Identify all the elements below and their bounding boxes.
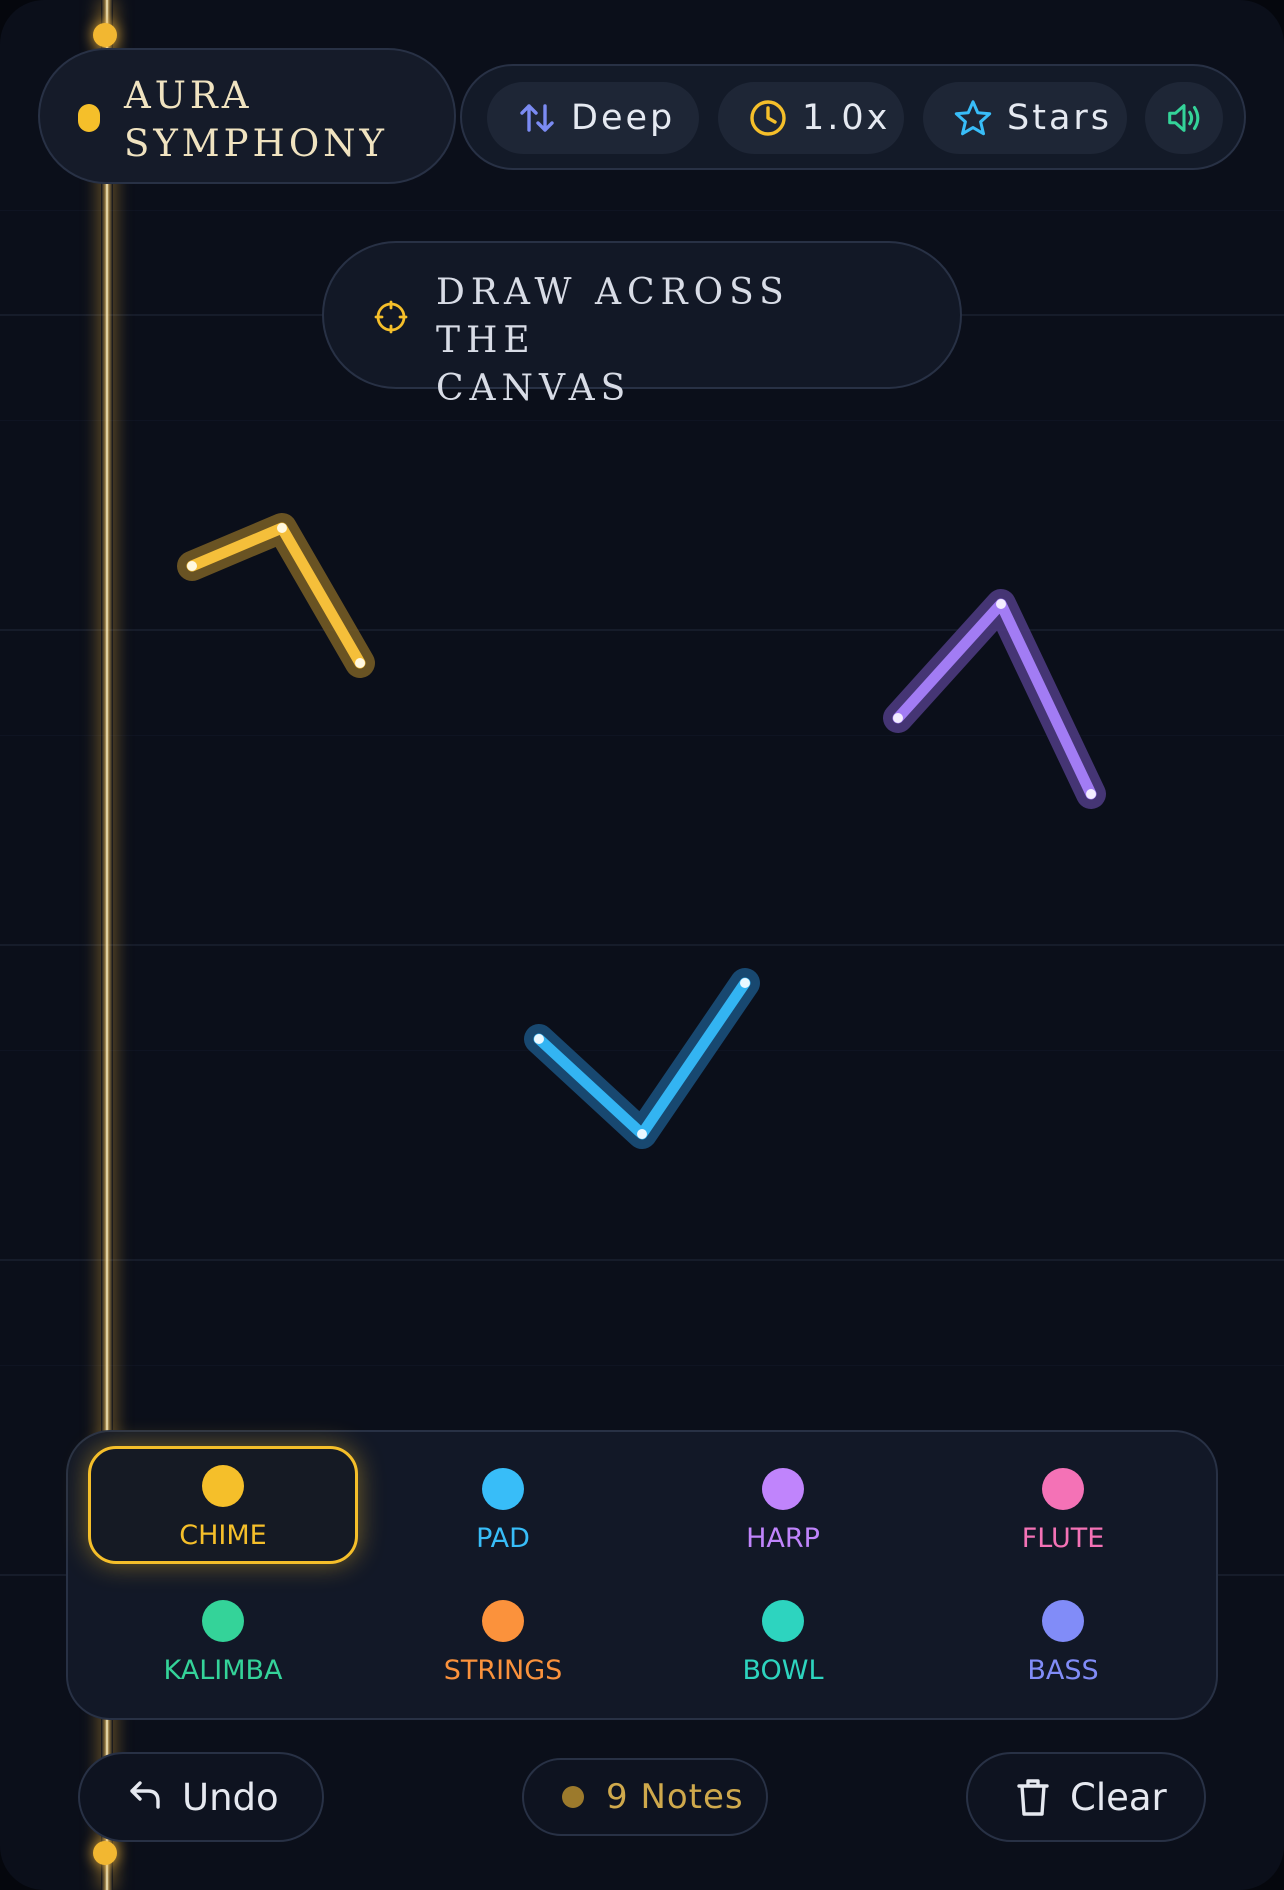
app-frame: AURA SYMPHONY Deep 1.0x Stars DRAW ACROS… bbox=[0, 0, 1284, 1890]
notes-counter: 9 Notes bbox=[522, 1758, 768, 1836]
instrument-dot bbox=[202, 1465, 244, 1507]
sort-arrows-icon bbox=[517, 98, 557, 138]
instrument-dot bbox=[762, 1468, 804, 1510]
instrument-label: CHIME bbox=[179, 1520, 267, 1551]
instrument-dot bbox=[1042, 1600, 1084, 1642]
app-title: AURA SYMPHONY bbox=[124, 72, 444, 168]
theme-label: Stars bbox=[1007, 98, 1113, 138]
instrument-dot bbox=[1042, 1468, 1084, 1510]
instrument-label: STRINGS bbox=[443, 1655, 563, 1686]
star-icon bbox=[953, 98, 993, 138]
toolbar: Deep 1.0x Stars bbox=[460, 64, 1246, 170]
hint-line2: CANVAS bbox=[436, 368, 632, 409]
trash-icon bbox=[1014, 1776, 1052, 1818]
instrument-label: FLUTE bbox=[1021, 1523, 1105, 1554]
app-title-line2: SYMPHONY bbox=[124, 122, 388, 165]
instrument-label: KALIMBA bbox=[163, 1655, 283, 1686]
instrument-harp[interactable]: HARP bbox=[648, 1452, 918, 1570]
notes-dot bbox=[562, 1786, 584, 1808]
sound-toggle-button[interactable] bbox=[1145, 82, 1223, 154]
instrument-bowl[interactable]: BOWL bbox=[648, 1584, 918, 1702]
crosshair-icon bbox=[374, 300, 408, 338]
stroke-pad bbox=[524, 968, 760, 1149]
hint-text: DRAW ACROSS THE CANVAS bbox=[436, 269, 906, 413]
instrument-chime[interactable]: CHIME bbox=[88, 1446, 358, 1564]
notes-count-label: 9 Notes bbox=[606, 1777, 744, 1817]
undo-label: Undo bbox=[182, 1775, 279, 1819]
speed-button[interactable]: 1.0x bbox=[718, 82, 904, 154]
instrument-flute[interactable]: FLUTE bbox=[928, 1452, 1198, 1570]
instrument-label: HARP bbox=[746, 1523, 820, 1554]
speed-label: 1.0x bbox=[802, 98, 891, 138]
draw-hint-pill: DRAW ACROSS THE CANVAS bbox=[322, 241, 962, 409]
playhead-top-knob[interactable] bbox=[93, 23, 117, 47]
speaker-on-icon bbox=[1164, 98, 1204, 138]
instrument-dot bbox=[762, 1600, 804, 1642]
clear-label: Clear bbox=[1070, 1775, 1167, 1819]
instrument-dot bbox=[482, 1468, 524, 1510]
instrument-dot bbox=[202, 1600, 244, 1642]
stroke-harp bbox=[883, 589, 1106, 809]
instrument-label: BOWL bbox=[742, 1655, 824, 1686]
instrument-label: BASS bbox=[1027, 1655, 1099, 1686]
theme-button[interactable]: Stars bbox=[923, 82, 1127, 154]
scale-label: Deep bbox=[571, 98, 676, 138]
app-title-line1: AURA bbox=[124, 74, 253, 117]
instrument-dot bbox=[482, 1600, 524, 1642]
instrument-strings[interactable]: STRINGS bbox=[368, 1584, 638, 1702]
playhead-bottom-knob[interactable] bbox=[93, 1841, 117, 1865]
undo-button[interactable]: Undo bbox=[78, 1752, 324, 1842]
instrument-pad[interactable]: PAD bbox=[368, 1452, 638, 1570]
brand-pill: AURA SYMPHONY bbox=[38, 48, 456, 184]
clock-icon bbox=[748, 98, 788, 138]
instrument-bass[interactable]: BASS bbox=[928, 1584, 1198, 1702]
undo-arrow-icon bbox=[124, 1777, 164, 1817]
instrument-panel: CHIME PAD HARP FLUTE KALIMBA STRINGS BOW… bbox=[66, 1430, 1218, 1720]
clear-button[interactable]: Clear bbox=[966, 1752, 1206, 1842]
scale-button[interactable]: Deep bbox=[487, 82, 699, 154]
instrument-kalimba[interactable]: KALIMBA bbox=[88, 1584, 358, 1702]
instrument-label: PAD bbox=[476, 1523, 530, 1554]
brand-dot bbox=[78, 104, 100, 132]
hint-line1: DRAW ACROSS THE bbox=[436, 272, 790, 361]
stroke-chime bbox=[177, 513, 375, 678]
